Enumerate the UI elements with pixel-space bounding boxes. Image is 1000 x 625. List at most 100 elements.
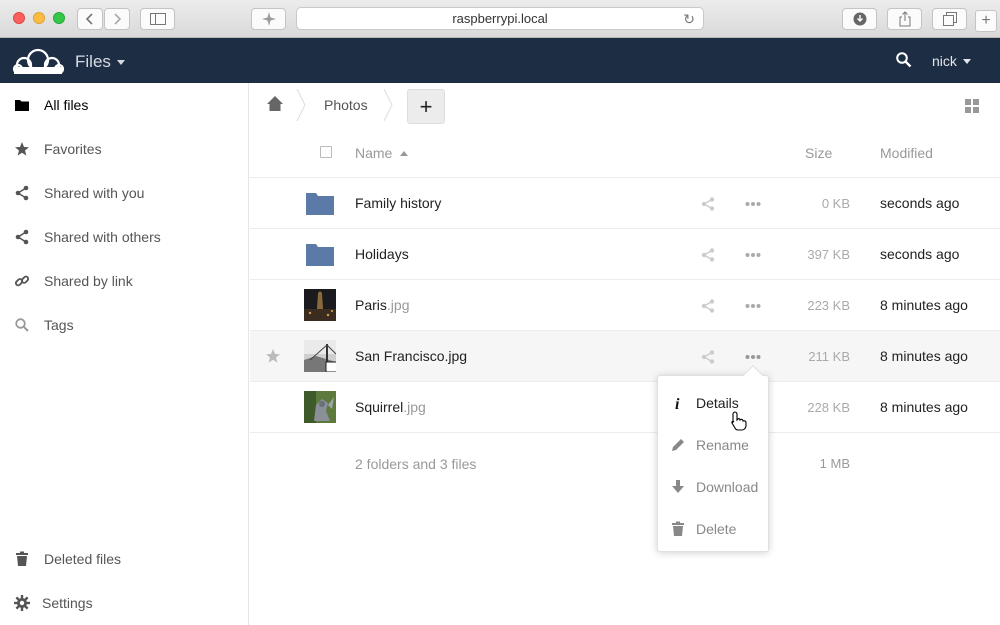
squirrel-thumbnail <box>304 391 336 423</box>
file-row-holidays[interactable]: Holidays 397 KB seconds ago <box>250 229 1000 280</box>
file-basename: San Francisco.jpg <box>355 348 468 364</box>
menu-item-rename[interactable]: Rename <box>658 424 768 466</box>
breadcrumb-separator-icon <box>296 89 306 121</box>
file-basename: Holidays <box>355 246 409 262</box>
user-menu[interactable]: nick <box>932 53 971 69</box>
sidebar-item-settings[interactable]: Settings <box>0 581 248 625</box>
file-name[interactable]: Paris.jpg <box>355 297 409 313</box>
info-icon: i <box>675 396 680 411</box>
breadcrumb-separator-icon <box>383 89 393 121</box>
modified-column-header[interactable]: Modified <box>880 145 933 161</box>
menu-item-delete[interactable]: Delete <box>658 508 768 550</box>
file-row-paris[interactable]: Paris.jpg 223 KB 8 minutes ago <box>250 280 1000 331</box>
extension-button[interactable] <box>251 8 286 30</box>
sidebar-item-label: Deleted files <box>44 551 122 567</box>
more-actions-icon[interactable] <box>745 354 761 360</box>
new-button[interactable]: + <box>407 89 445 124</box>
file-name[interactable]: San Francisco.jpg <box>355 348 467 364</box>
name-column-label: Name <box>355 145 393 161</box>
minimize-window-button[interactable] <box>33 12 45 24</box>
file-modified: 8 minutes ago <box>880 297 968 313</box>
file-extension: .jpg <box>403 399 426 415</box>
file-modified: seconds ago <box>880 246 960 262</box>
caret-down-icon <box>116 59 125 65</box>
more-actions-icon[interactable] <box>745 252 761 258</box>
search-icon[interactable] <box>896 52 912 68</box>
address-bar[interactable]: raspberrypi.local ↻ <box>296 7 704 30</box>
file-row-san-francisco[interactable]: San Francisco.jpg 211 KB 8 minutes ago <box>250 331 1000 382</box>
size-column-header[interactable]: Size <box>805 145 832 161</box>
sidebar-item-label: All files <box>44 97 89 113</box>
star-icon <box>15 142 29 156</box>
file-size: 211 KB <box>808 349 850 364</box>
folder-icon <box>306 193 334 215</box>
file-name[interactable]: Squirrel.jpg <box>355 399 426 415</box>
zoom-window-button[interactable] <box>53 12 65 24</box>
sidebar-icon <box>149 13 166 25</box>
home-icon[interactable] <box>267 96 283 111</box>
grid-view-icon[interactable] <box>965 99 980 114</box>
search-icon <box>15 318 29 332</box>
sidebar: All files Favorites Shared with you Shar… <box>0 83 249 625</box>
sidebar-item-label: Shared with you <box>44 185 145 201</box>
file-name[interactable]: Holidays <box>355 246 409 262</box>
sidebar-item-label: Settings <box>42 595 93 611</box>
sidebar-item-shared-by-link[interactable]: Shared by link <box>0 259 248 303</box>
file-extension: .jpg <box>386 297 410 313</box>
menu-item-label: Delete <box>696 521 737 537</box>
more-actions-icon[interactable] <box>745 201 761 207</box>
browser-toolbar: raspberrypi.local ↻ + <box>0 0 1000 38</box>
file-row-family-history[interactable]: Family history 0 KB seconds ago <box>250 178 1000 229</box>
sidebar-item-label: Favorites <box>44 141 102 157</box>
breadcrumb-photos[interactable]: Photos <box>324 97 368 113</box>
forward-button[interactable] <box>104 8 130 30</box>
sidebar-item-shared-with-you[interactable]: Shared with you <box>0 171 248 215</box>
app-menu[interactable]: Files <box>75 52 125 72</box>
trash-icon <box>672 521 684 536</box>
sidebar-item-tags[interactable]: Tags <box>0 303 248 347</box>
app-header: Files nick <box>0 38 1000 83</box>
file-list-header: Name Size Modified <box>250 127 1000 178</box>
sidebar-item-all-files[interactable]: All files <box>0 83 248 127</box>
file-modified: seconds ago <box>880 195 960 211</box>
close-window-button[interactable] <box>13 12 25 24</box>
file-row-squirrel[interactable]: Squirrel.jpg 228 KB 8 minutes ago <box>250 382 1000 433</box>
trash-icon <box>16 551 28 566</box>
file-size: 228 KB <box>807 400 850 415</box>
share-icon[interactable] <box>700 196 716 212</box>
tabs-overview-button[interactable] <box>932 8 967 30</box>
back-button[interactable] <box>77 8 103 30</box>
file-actions-menu: i Details Rename Download Delete <box>657 365 769 552</box>
name-column-header[interactable]: Name <box>355 145 409 161</box>
share-out-icon <box>899 11 910 27</box>
share-icon[interactable] <box>700 298 716 314</box>
tabs-icon <box>942 12 957 26</box>
menu-item-details[interactable]: i Details <box>658 382 768 424</box>
svg-text:i: i <box>675 396 680 411</box>
new-tab-button[interactable]: + <box>975 10 997 32</box>
share-icon[interactable] <box>700 247 716 263</box>
sidebar-item-deleted-files[interactable]: Deleted files <box>0 537 248 581</box>
sidebar-item-label: Shared with others <box>44 229 161 245</box>
downloads-button[interactable] <box>842 8 877 30</box>
star-icon[interactable] <box>265 348 281 364</box>
cloud-logo-icon[interactable] <box>12 47 64 75</box>
sidebar-item-shared-with-others[interactable]: Shared with others <box>0 215 248 259</box>
file-size: 0 KB <box>821 196 850 211</box>
file-name[interactable]: Family history <box>355 195 441 211</box>
file-basename: Squirrel <box>355 399 404 415</box>
file-modified: 8 minutes ago <box>880 399 968 415</box>
sidebar-item-favorites[interactable]: Favorites <box>0 127 248 171</box>
paris-thumbnail <box>304 289 336 321</box>
more-actions-icon[interactable] <box>745 303 761 309</box>
sidebar-toggle-button[interactable] <box>140 8 175 30</box>
reload-icon[interactable]: ↻ <box>683 11 695 28</box>
select-all-checkbox[interactable] <box>320 146 332 158</box>
pencil-icon <box>672 439 684 451</box>
share-icon[interactable] <box>700 349 716 365</box>
url-text: raspberrypi.local <box>452 11 548 26</box>
sidebar-item-label: Shared by link <box>44 273 133 289</box>
share-page-button[interactable] <box>887 8 922 30</box>
menu-item-download[interactable]: Download <box>658 466 768 508</box>
hand-cursor-icon <box>731 411 747 431</box>
